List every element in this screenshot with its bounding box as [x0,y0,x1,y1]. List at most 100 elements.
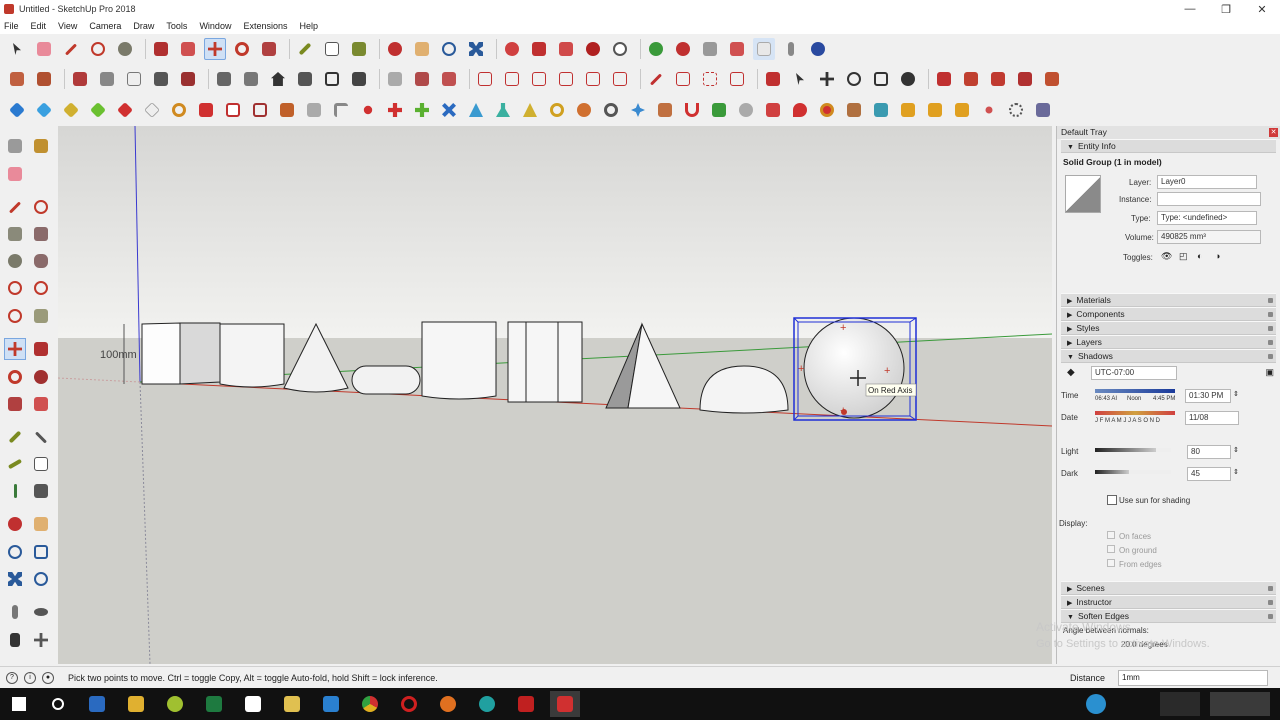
from-edges-checkbox[interactable] [1107,559,1115,567]
search-button[interactable] [43,691,73,717]
layer-select[interactable]: Layer0 [1157,175,1257,189]
distance-input[interactable]: 1mm [1118,670,1268,686]
ext-tool-24[interactable] [627,99,649,121]
acrobat-app[interactable] [511,691,541,717]
ruby-console-button[interactable] [582,38,604,60]
ext-4-button[interactable] [1014,68,1036,90]
ext-tool-1[interactable] [6,99,28,121]
toggle-visibility-icon[interactable]: 👁 [1161,251,1172,262]
menu-tools[interactable]: Tools [166,21,187,31]
toggle-lock-icon[interactable]: ◰ [1179,251,1188,262]
ext-tool-37[interactable] [978,99,1000,121]
left-rectangle-button[interactable] [4,223,26,245]
paint-bucket-button[interactable] [348,38,370,60]
section-menu-icon[interactable] [1268,586,1273,591]
top-view-button[interactable] [33,68,55,90]
minimize-button[interactable]: — [1172,0,1208,18]
left-zoom-window-button[interactable] [30,541,52,563]
section-menu-icon[interactable] [1268,298,1273,303]
sandbox-2-button[interactable] [501,68,523,90]
solid-inspector-button[interactable] [609,38,631,60]
scale-tool-button[interactable] [258,38,280,60]
styles-header[interactable]: ▶ Styles [1061,321,1276,335]
left-polygon-button[interactable] [30,250,52,272]
grip-top[interactable]: + [840,322,846,334]
instructor-header[interactable]: ▶ Instructor [1061,595,1276,609]
ext-tool-32[interactable] [843,99,865,121]
light-slider[interactable] [1095,448,1171,452]
ext-tool-33[interactable] [870,99,892,121]
menu-file[interactable]: File [4,21,19,31]
left-position-camera-button[interactable] [4,601,26,623]
follow-me-button[interactable] [762,68,784,90]
materials-header[interactable]: ▶ Materials [1061,293,1276,307]
ext-tool-23[interactable] [600,99,622,121]
left-pie-button[interactable] [30,305,52,327]
time-spinner-icon[interactable]: ⇕ [1233,390,1239,398]
ext-tool-28[interactable] [735,99,757,121]
dark-slider[interactable] [1095,470,1171,474]
shadow-toggle-icon[interactable]: ◆ [1067,367,1075,378]
zoom-extents-button[interactable] [465,38,487,60]
ext-tool-29[interactable] [762,99,784,121]
section-menu-icon[interactable] [1268,614,1273,619]
left-previous-view-button[interactable] [30,568,52,590]
left-offset-button[interactable] [30,393,52,415]
ext-tool-34[interactable] [897,99,919,121]
left-zoom-button[interactable] [4,541,26,563]
section-menu-icon[interactable] [1268,340,1273,345]
back-edges-button[interactable] [96,68,118,90]
ext-tool-30[interactable] [789,99,811,121]
left-3d-text-button[interactable] [30,480,52,502]
dark-spinner-icon[interactable]: ⇕ [1233,468,1239,476]
left-look-around-button[interactable] [30,601,52,623]
shaded-button[interactable] [753,38,775,60]
warehouse-button[interactable] [501,38,523,60]
ext-tool-38[interactable] [1005,99,1027,121]
on-ground-checkbox[interactable] [1107,545,1115,553]
tray-app-icon[interactable] [1086,694,1106,714]
ext-2-button[interactable] [960,68,982,90]
scene-canvas[interactable]: 100mm + + + On Red Axis [58,126,1052,664]
section-menu-icon[interactable] [1268,354,1273,359]
left-zoom-extents-button[interactable] [4,568,26,590]
ext-tool-3[interactable] [60,99,82,121]
dark-input[interactable]: 45 [1187,467,1231,481]
timezone-select[interactable]: UTC-07:00 [1091,366,1177,380]
geo-location-icon[interactable]: ? [6,671,18,684]
help-button[interactable] [807,38,829,60]
left-dimension-button[interactable] [30,426,52,448]
toggle-receive-shadow-icon[interactable]: ◑ [1215,251,1220,261]
shapes-tool-button[interactable] [114,38,136,60]
rotate-tool-button[interactable] [231,38,253,60]
share-model-button[interactable] [555,38,577,60]
left-select-button[interactable] [4,135,26,157]
front-view-button[interactable] [213,68,235,90]
select-tool-button[interactable] [6,38,28,60]
tray-notification-area[interactable] [1210,692,1270,716]
date-input[interactable]: 11/08 [1185,411,1239,425]
opera-app[interactable] [394,691,424,717]
ext-5-button[interactable] [1041,68,1063,90]
text-tool-button[interactable] [321,38,343,60]
extension-warehouse-button[interactable] [528,38,550,60]
left-freehand-button[interactable] [30,196,52,218]
menu-draw[interactable]: Draw [133,21,154,31]
light-spinner-icon[interactable]: ⇕ [1233,446,1239,454]
left-2pt-arc-button[interactable] [30,277,52,299]
question-button[interactable] [897,68,919,90]
grip-left[interactable]: + [798,363,804,375]
ext-tool-26[interactable] [681,99,703,121]
offset-tool-button[interactable] [177,38,199,60]
scenes-header[interactable]: ▶ Scenes [1061,581,1276,595]
section-menu-icon[interactable] [1268,600,1273,605]
send-to-layout-button[interactable] [726,38,748,60]
tray-close-icon[interactable]: ✕ [1269,128,1278,137]
dimension-button[interactable] [645,68,667,90]
scale-box-button[interactable] [870,68,892,90]
time-slider[interactable] [1095,389,1175,393]
cylinder-shape[interactable] [219,323,285,388]
grid-button[interactable] [726,68,748,90]
tape-measure-button[interactable] [294,38,316,60]
menu-help[interactable]: Help [299,21,318,31]
